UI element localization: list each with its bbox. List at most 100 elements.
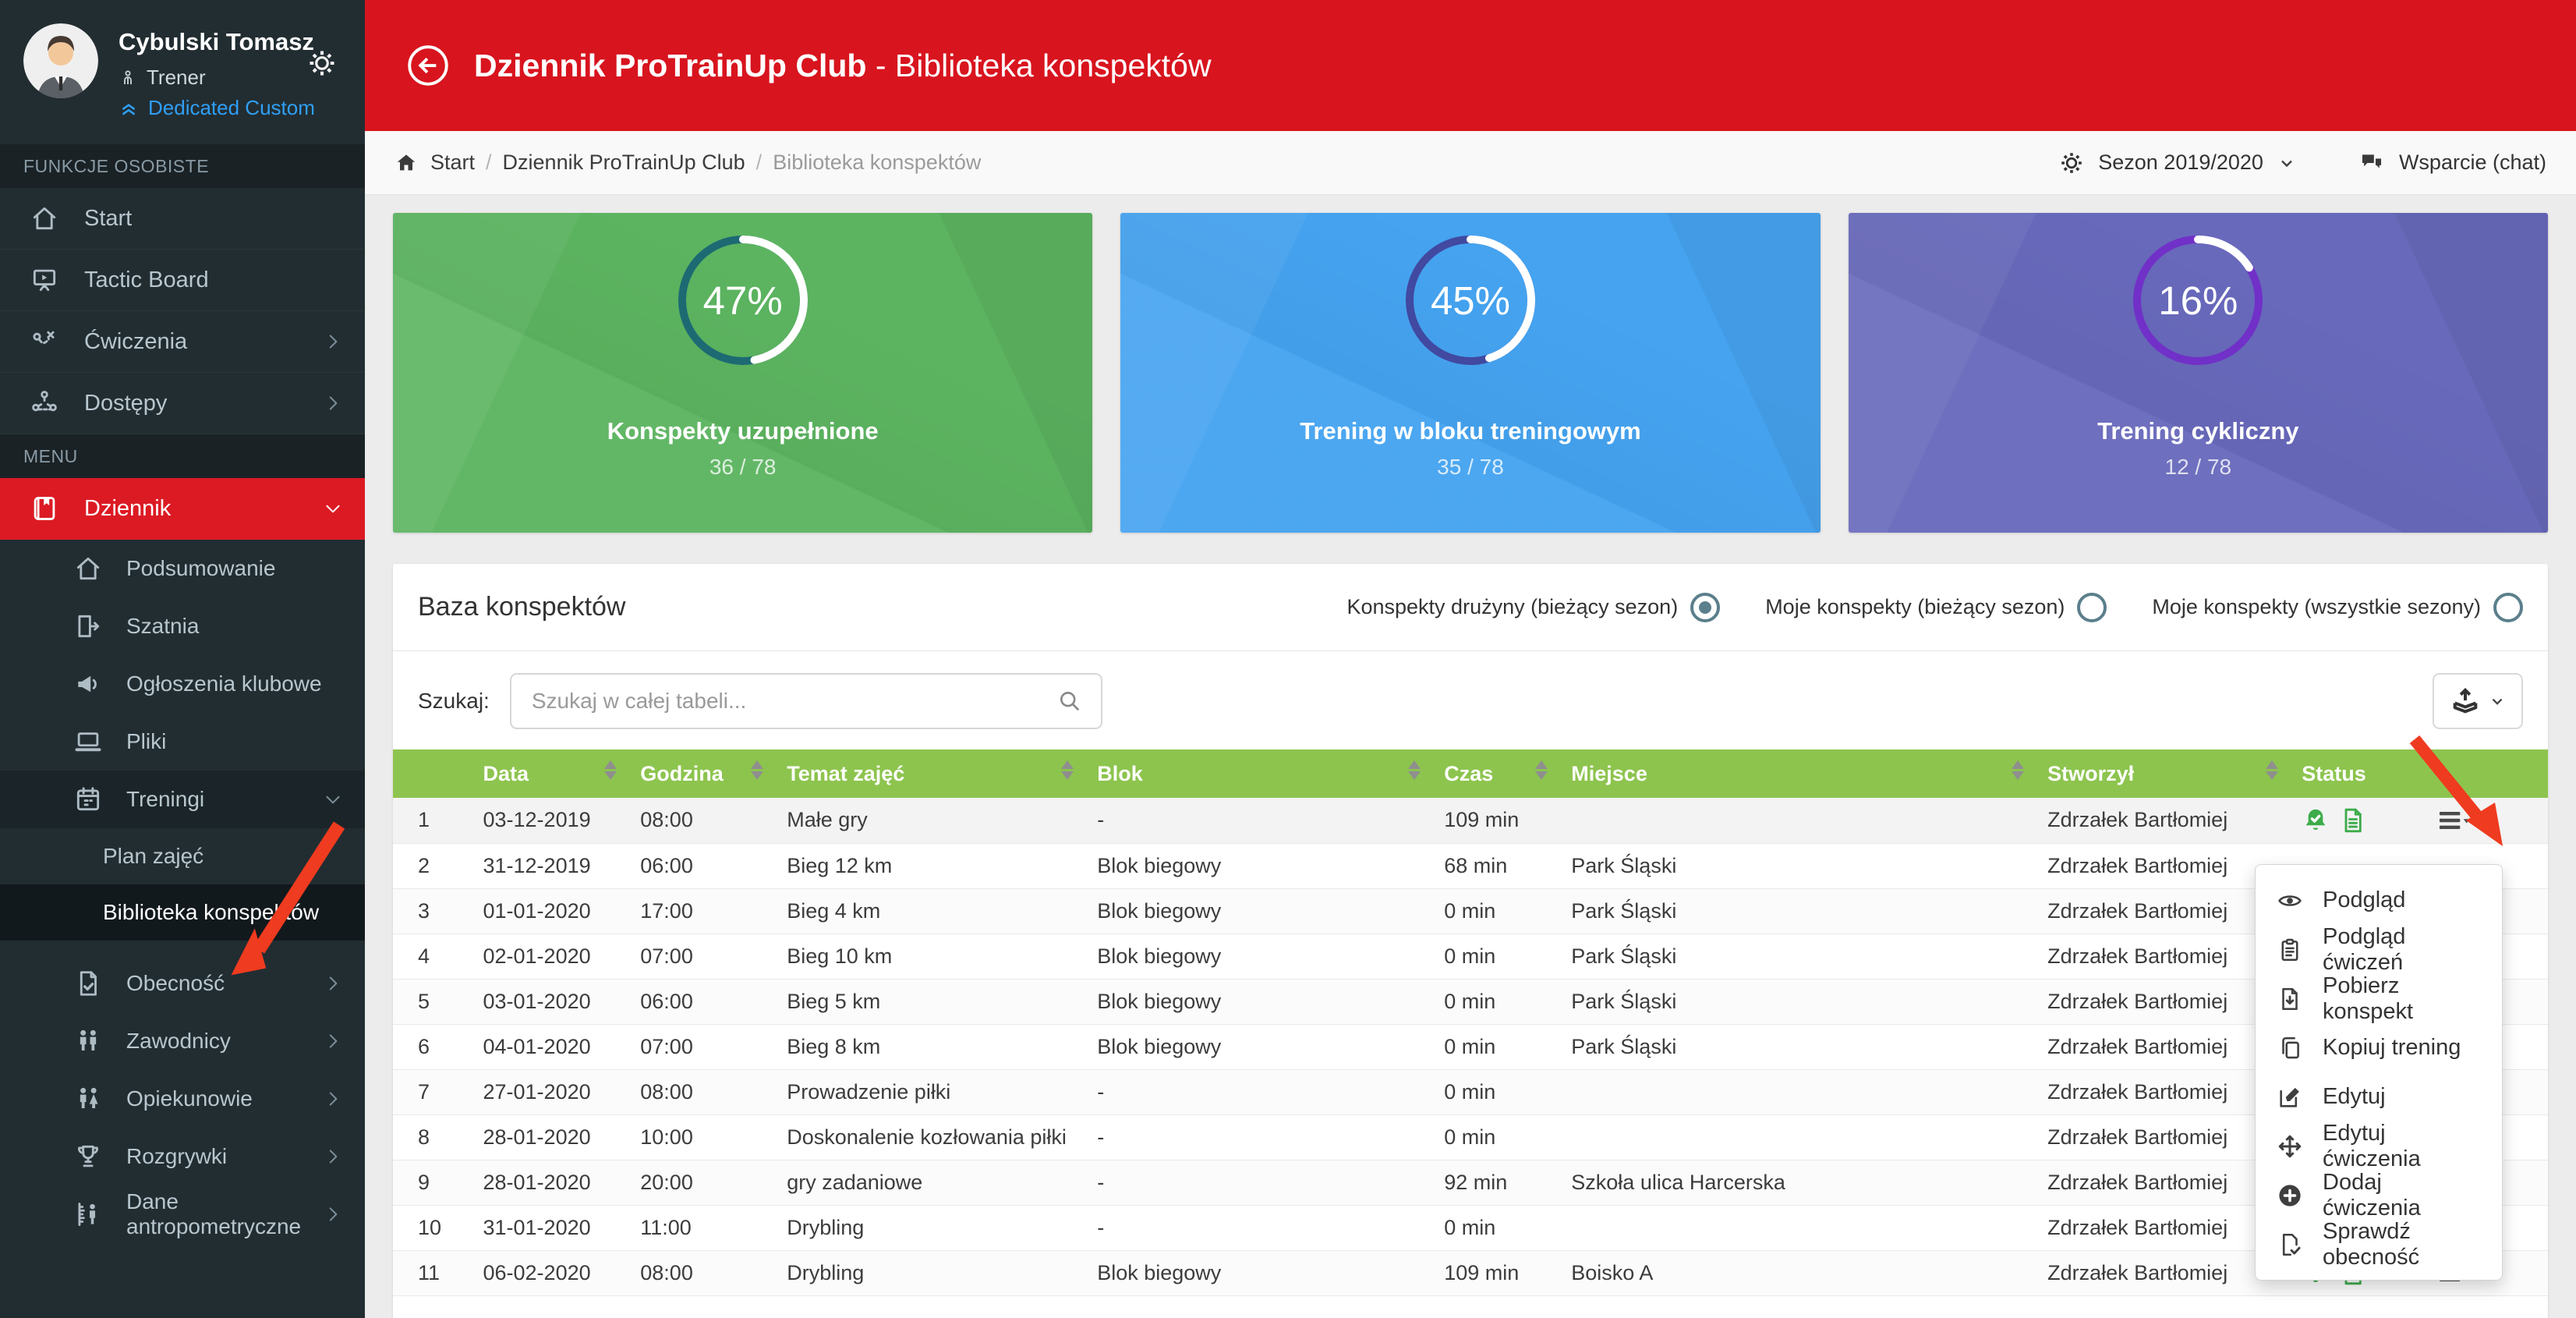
cell: Blok biegowy xyxy=(1085,888,1431,934)
search-input[interactable] xyxy=(510,673,1102,729)
chevron-right-icon xyxy=(323,1089,343,1109)
cell: Blok biegowy xyxy=(1085,1024,1431,1069)
sidebar-item-ćwiczenia[interactable]: Ćwiczenia xyxy=(0,311,365,373)
chevron-down-icon[interactable] xyxy=(2277,154,2296,172)
radio-label: Moje konspekty (bieżący sezon) xyxy=(1765,595,2065,619)
radio-konspekty-drużyny-bieżący-sezon-[interactable]: Konspekty drużyny (bieżący sezon) xyxy=(1346,593,1720,622)
sidebar-item-tactic-board[interactable]: Tactic Board xyxy=(0,250,365,311)
cell: Małe gry xyxy=(774,798,1085,843)
season-selector[interactable]: Sezon 2019/2020 xyxy=(2098,151,2263,175)
strategy-icon xyxy=(27,327,62,356)
breadcrumb-item[interactable]: Dziennik ProTrainUp Club xyxy=(503,151,745,175)
breadcrumb-item[interactable]: Start xyxy=(430,151,475,175)
row-actions-menu-icon[interactable] xyxy=(2437,806,2472,834)
sidebar-item-dziennik[interactable]: Dziennik xyxy=(0,478,365,540)
menu-item-edytuj[interactable]: Edytuj xyxy=(2256,1072,2502,1121)
chevron-down-icon xyxy=(2489,693,2506,710)
cell: 10:00 xyxy=(628,1114,774,1160)
stat-card-3: 16% Trening cykliczny 12 / 78 xyxy=(1849,213,2548,533)
back-circle-icon[interactable] xyxy=(404,41,452,90)
sidebar-item-start[interactable]: Start xyxy=(0,188,365,250)
support-chat-link[interactable]: Wsparcie (chat) xyxy=(2399,151,2546,175)
megaphone-icon xyxy=(72,669,104,699)
sidebar-item-treningi[interactable]: Treningi xyxy=(0,771,365,828)
home-icon xyxy=(72,554,104,583)
sort-icon xyxy=(751,760,763,780)
column-header-Blok[interactable]: Blok xyxy=(1085,749,1431,798)
sidebar-item-dostępy[interactable]: Dostępy xyxy=(0,373,365,434)
column-header-Status: Status xyxy=(2289,749,2548,798)
menu-item-label: Sprawdź obecność xyxy=(2323,1219,2482,1270)
cell: Zdrzałek Bartłomiej xyxy=(2035,1205,2289,1250)
cell: Doskonalenie kozłowania piłki xyxy=(774,1114,1085,1160)
cell: 0 min xyxy=(1431,1024,1559,1069)
cell: Bieg 10 km xyxy=(774,934,1085,979)
sidebar-item-plan-zajęć[interactable]: Plan zajęć xyxy=(0,828,365,884)
gauge-percent: 47% xyxy=(676,233,810,367)
cell: 06-02-2020 xyxy=(471,1250,628,1295)
sidebar-item-dane-antropometryczne[interactable]: Dane antropometryczne xyxy=(0,1185,365,1243)
menu-item-podgląd[interactable]: Podgląd xyxy=(2256,876,2502,925)
column-header-Godzina[interactable]: Godzina xyxy=(628,749,774,798)
export-button[interactable] xyxy=(2433,673,2523,729)
sidebar-item-podsumowanie[interactable]: Podsumowanie xyxy=(0,540,365,597)
cell: Drybling xyxy=(774,1205,1085,1250)
card-count: 35 / 78 xyxy=(1120,455,1820,480)
cell: Bieg 5 km xyxy=(774,979,1085,1024)
laptop-icon xyxy=(72,727,104,756)
cell: Zdrzałek Bartłomiej xyxy=(2035,888,2289,934)
column-header-Miejsce[interactable]: Miejsce xyxy=(1559,749,2035,798)
cell xyxy=(1559,1114,2035,1160)
cell: 31-12-2019 xyxy=(471,843,628,888)
sidebar-item-pliki[interactable]: Pliki xyxy=(0,713,365,771)
progress-gauge: 47% xyxy=(676,233,810,367)
menu-item-pobierz-konspekt[interactable]: Pobierz konspekt xyxy=(2256,974,2502,1023)
menu-item-sprawdź-obecność[interactable]: Sprawdź obecność xyxy=(2256,1220,2502,1269)
cell: 20:00 xyxy=(628,1160,774,1205)
person-icon xyxy=(119,69,137,87)
cell: 06:00 xyxy=(628,843,774,888)
cell: Bieg 12 km xyxy=(774,843,1085,888)
table-row-8: 828-01-202010:00Doskonalenie kozłowania … xyxy=(393,1114,2548,1160)
sidebar-item-ogłoszenia-klubowe[interactable]: Ogłoszenia klubowe xyxy=(0,655,365,713)
cell: 2 xyxy=(393,843,471,888)
column-header-Data[interactable]: Data xyxy=(471,749,628,798)
sidebar-item-label: Zawodnicy xyxy=(126,1029,231,1054)
profile-settings-gear-icon[interactable] xyxy=(307,48,337,78)
cell: Szkoła ulica Harcerska xyxy=(1559,1160,2035,1205)
column-header-Stworzył[interactable]: Stworzył xyxy=(2035,749,2289,798)
door-icon xyxy=(72,611,104,641)
cell: 07:00 xyxy=(628,934,774,979)
radio-circle[interactable] xyxy=(2493,593,2523,622)
user-plan-badge: Dedicated Custom xyxy=(148,96,315,120)
menu-item-dodaj-ćwiczenia[interactable]: Dodaj ćwiczenia xyxy=(2256,1171,2502,1220)
cell: 08:00 xyxy=(628,798,774,843)
sidebar-item-zawodnicy[interactable]: Zawodnicy xyxy=(0,1012,365,1070)
radio-circle[interactable] xyxy=(1690,593,1720,622)
menu-item-podgląd-ćwiczeń[interactable]: Podgląd ćwiczeń xyxy=(2256,925,2502,974)
chevron-down-icon xyxy=(323,498,343,519)
table-row-10: 1031-01-202011:00Drybling-0 minZdrzałek … xyxy=(393,1205,2548,1250)
cell: Boisko A xyxy=(1559,1250,2035,1295)
chevron-right-icon xyxy=(323,973,343,994)
cell: Bieg 8 km xyxy=(774,1024,1085,1069)
sidebar-item-opiekunowie[interactable]: Opiekunowie xyxy=(0,1070,365,1128)
cell: 92 min xyxy=(1431,1160,1559,1205)
cell: Zdrzałek Bartłomiej xyxy=(2035,934,2289,979)
radio-moje-konspekty-bieżący-sezon-[interactable]: Moje konspekty (bieżący sezon) xyxy=(1765,593,2107,622)
cell: Prowadzenie piłki xyxy=(774,1069,1085,1114)
column-header-Czas[interactable]: Czas xyxy=(1431,749,1559,798)
app-root: Cybulski Tomasz Trener Dedicated Custom xyxy=(0,0,2576,1318)
sidebar-item-rozgrywki[interactable]: Rozgrywki xyxy=(0,1128,365,1185)
user-name: Cybulski Tomasz xyxy=(119,28,315,56)
column-header-Temat zajęć[interactable]: Temat zajęć xyxy=(774,749,1085,798)
cell: Drybling xyxy=(774,1250,1085,1295)
menu-item-edytuj-ćwiczenia[interactable]: Edytuj ćwiczenia xyxy=(2256,1121,2502,1171)
home-icon[interactable] xyxy=(395,151,418,175)
radio-circle[interactable] xyxy=(2077,593,2107,622)
sidebar-item-obecność[interactable]: Obecność xyxy=(0,955,365,1012)
menu-item-kopiuj-trening[interactable]: Kopiuj trening xyxy=(2256,1023,2502,1072)
sidebar-item-biblioteka-konspektów[interactable]: Biblioteka konspektów xyxy=(0,884,365,941)
sidebar-item-szatnia[interactable]: Szatnia xyxy=(0,597,365,655)
radio-moje-konspekty-wszystkie-sezony-[interactable]: Moje konspekty (wszystkie sezony) xyxy=(2152,593,2523,622)
